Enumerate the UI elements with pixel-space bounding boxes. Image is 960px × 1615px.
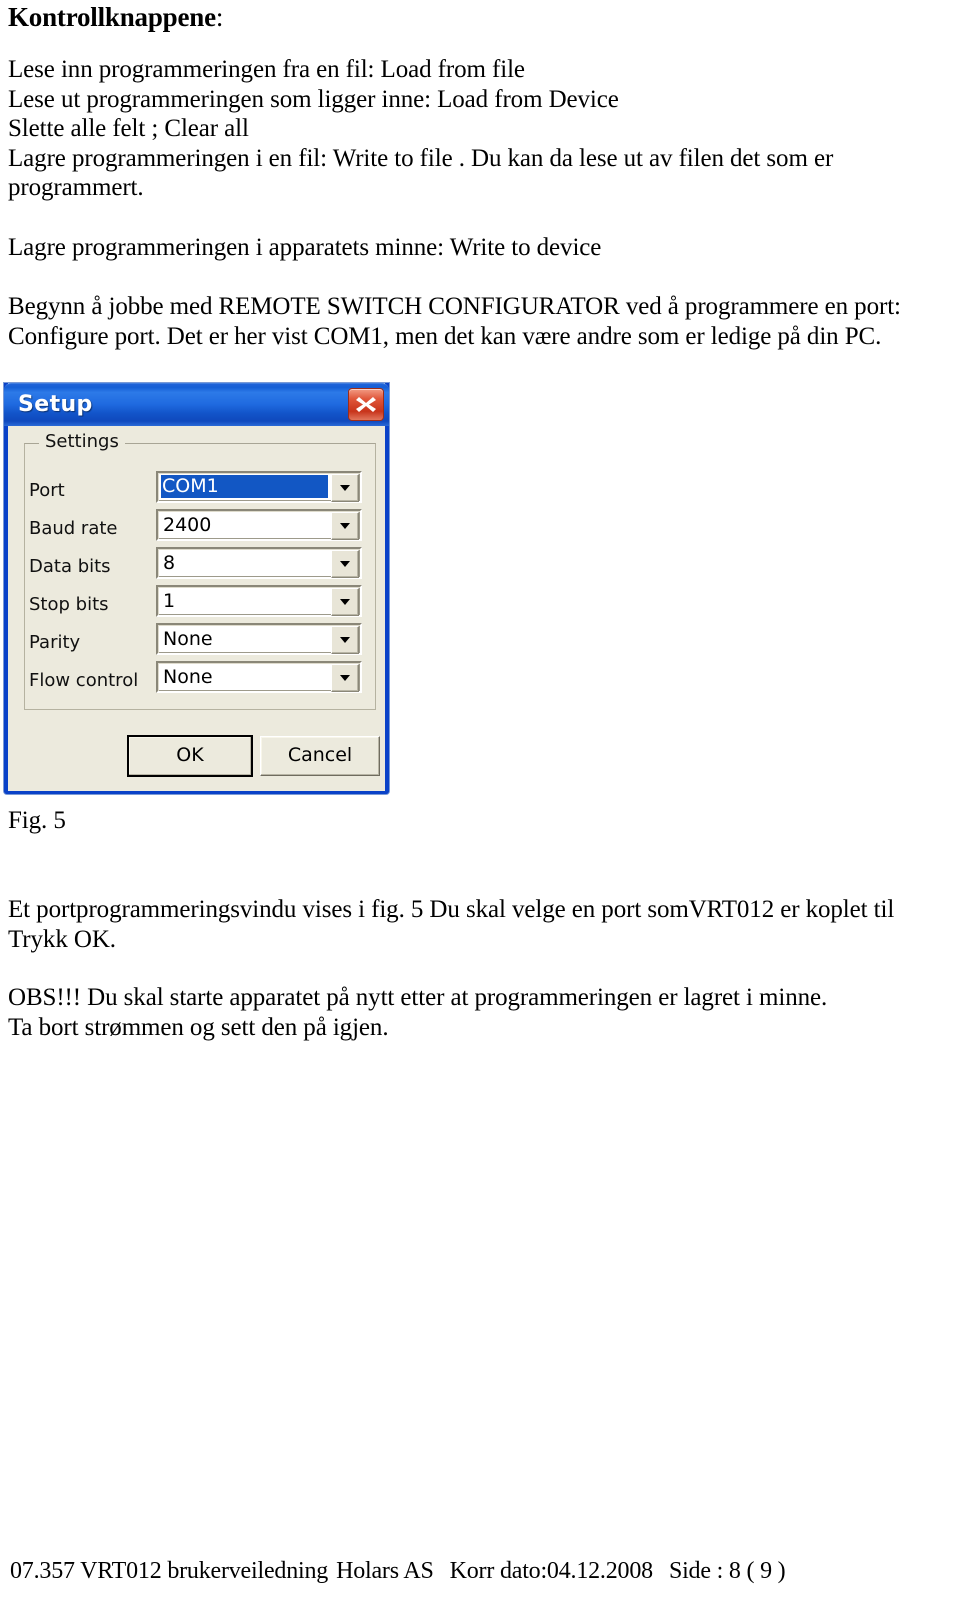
settings-groupbox-label: Settings	[39, 431, 125, 453]
field-row-port: Port COM1	[8, 471, 393, 509]
setup-dialog: Setup Settings Port COM1 Baud rate 2400 …	[4, 383, 389, 794]
port-window-line-1: Et portprogrammeringsvindu vises i fig. …	[8, 896, 895, 923]
paragraph-port-window: Et portprogrammeringsvindu vises i fig. …	[8, 895, 894, 954]
label-port: Port	[29, 480, 65, 501]
label-data-bits: Data bits	[29, 556, 111, 577]
ok-button[interactable]: OK	[127, 735, 253, 777]
chevron-down-icon[interactable]	[331, 626, 359, 654]
paragraph-control-buttons: Lese inn programmeringen fra en fil: Loa…	[8, 55, 833, 203]
field-row-flow-control: Flow control None	[8, 661, 393, 699]
combobox-data-bits[interactable]: 8	[156, 547, 362, 579]
label-flow-control: Flow control	[29, 670, 139, 691]
footer-doc-number: 07.357 VRT012 brukerveiledning	[10, 1558, 329, 1584]
page-title-colon: :	[215, 2, 224, 32]
dialog-body: Settings Port COM1 Baud rate 2400 Data b…	[8, 426, 385, 791]
label-parity: Parity	[29, 632, 81, 653]
paragraph-configure-port: Begynn å jobbe med REMOTE SWITCH CONFIGU…	[8, 292, 901, 351]
close-icon[interactable]	[348, 388, 384, 421]
chevron-down-icon[interactable]	[331, 664, 359, 692]
footer-page-number: Side : 8 ( 9 )	[668, 1558, 786, 1584]
chevron-down-icon[interactable]	[331, 550, 359, 578]
page-footer: 07.357 VRT012 brukerveiledning Holars AS K…	[10, 1558, 786, 1585]
document-page: Kontrollknappene: Lese inn programmering…	[0, 0, 960, 1615]
chevron-down-icon[interactable]	[331, 474, 359, 502]
figure-caption: Fig. 5	[8, 806, 66, 836]
combobox-baud-rate-value: 2400	[163, 514, 212, 536]
combobox-flow-control[interactable]: None	[156, 661, 362, 693]
page-title-text: Kontrollknappene	[8, 2, 216, 32]
dialog-title: Setup	[18, 392, 93, 417]
configure-port-line-1: Begynn å jobbe med REMOTE SWITCH CONFIGU…	[8, 293, 901, 320]
control-button-line-1: Lese inn programmeringen fra en fil: Loa…	[8, 56, 525, 83]
field-row-stop-bits: Stop bits 1	[8, 585, 393, 623]
page-title: Kontrollknappene:	[8, 2, 223, 33]
combobox-stop-bits[interactable]: 1	[156, 585, 362, 617]
combobox-port-value: COM1	[160, 474, 329, 499]
combobox-baud-rate[interactable]: 2400	[156, 509, 362, 541]
cancel-button[interactable]: Cancel	[260, 736, 380, 776]
paragraph-warning: OBS!!! Du skal starte apparatet på nytt …	[8, 983, 827, 1042]
chevron-down-icon[interactable]	[331, 512, 359, 540]
combobox-data-bits-value: 8	[163, 552, 176, 574]
paragraph-write-to-device: Lagre programmeringen i apparatets minne…	[8, 233, 601, 263]
write-to-device-line: Lagre programmeringen i apparatets minne…	[8, 234, 602, 261]
combobox-parity[interactable]: None	[156, 623, 362, 655]
field-row-data-bits: Data bits 8	[8, 547, 393, 585]
combobox-stop-bits-value: 1	[163, 590, 176, 612]
port-window-line-2: Trykk OK.	[8, 925, 116, 953]
control-button-line-3: Slette alle felt ; Clear all	[8, 115, 249, 142]
figure-caption-text: Fig. 5	[8, 807, 66, 834]
control-button-line-5: programmert.	[8, 174, 144, 201]
warning-line-2: Ta bort strømmen og sett den på igjen.	[8, 1013, 389, 1041]
field-row-parity: Parity None	[8, 623, 393, 661]
combobox-flow-control-value: None	[163, 666, 213, 688]
combobox-parity-value: None	[163, 628, 213, 650]
footer-revision: Korr dato:04.12.2008	[449, 1558, 654, 1584]
control-button-line-4: Lagre programmeringen i en fil: Write to…	[8, 144, 834, 172]
combobox-port[interactable]: COM1	[156, 471, 362, 503]
configure-port-line-2: Configure port. Det er her vist COM1, me…	[8, 322, 882, 350]
label-stop-bits: Stop bits	[29, 594, 109, 615]
label-baud-rate: Baud rate	[29, 518, 118, 539]
control-button-line-2: Lese ut programmeringen som ligger inne:…	[8, 85, 619, 113]
field-row-baud-rate: Baud rate 2400	[8, 509, 393, 547]
dialog-titlebar: Setup	[4, 383, 389, 426]
warning-line-1: OBS!!! Du skal starte apparatet på nytt …	[8, 984, 828, 1011]
chevron-down-icon[interactable]	[331, 588, 359, 616]
footer-company: Holars AS	[336, 1558, 434, 1584]
